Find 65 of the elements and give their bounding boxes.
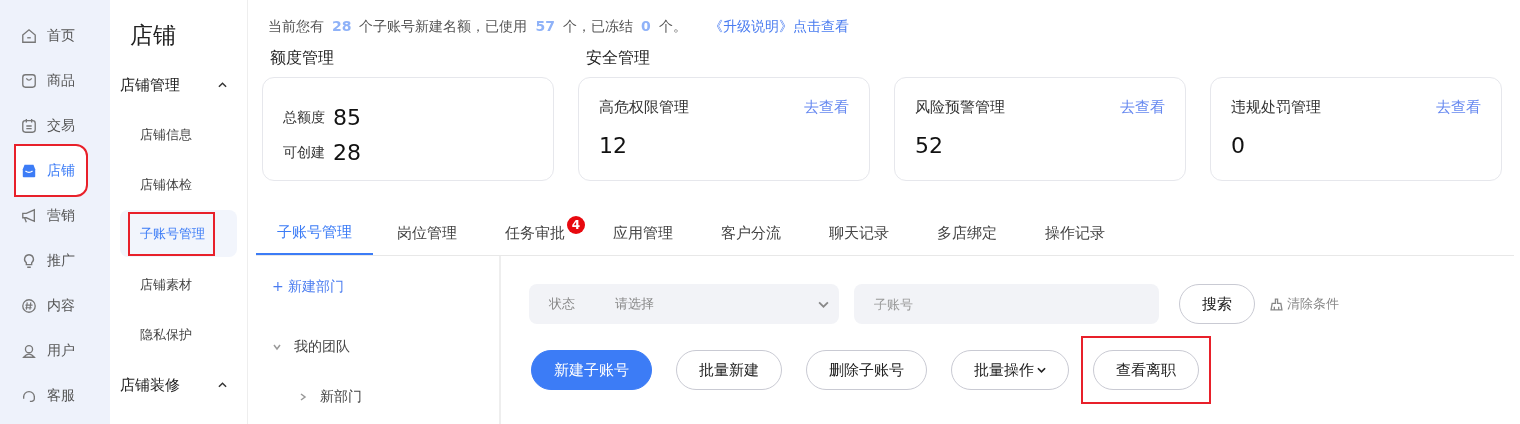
tab[interactable]: 应用管理 — [589, 211, 697, 255]
card-title: 风险预警管理 — [915, 98, 1005, 117]
nav-item[interactable]: 商品 — [0, 58, 110, 103]
action-button[interactable]: 批量操作 — [951, 350, 1069, 390]
bag-icon — [21, 72, 37, 89]
tab[interactable]: 操作记录 — [1021, 211, 1129, 255]
section-title: 额度管理 — [270, 48, 335, 69]
card-title: 高危权限管理 — [599, 98, 689, 117]
clipboard-icon — [21, 117, 37, 134]
account-field[interactable]: 子账号 — [854, 284, 1159, 324]
clear-filters-link[interactable]: 清除条件 — [1270, 295, 1339, 313]
nav-item[interactable]: 首页 — [0, 13, 110, 58]
chevron-icon — [298, 392, 308, 402]
tab[interactable]: 聊天记录 — [805, 211, 913, 255]
tab[interactable]: 岗位管理 — [373, 211, 481, 255]
card-value: 0 — [1231, 133, 1246, 158]
search-button[interactable]: 搜索 — [1179, 284, 1255, 324]
tab[interactable]: 多店绑定 — [913, 211, 1021, 255]
nav-item[interactable]: 店铺 — [14, 144, 88, 197]
home-icon — [21, 27, 37, 44]
action-button[interactable]: 批量新建 — [676, 350, 782, 390]
tree-node[interactable]: 新部门 — [272, 372, 499, 422]
caret-icon — [218, 82, 227, 88]
action-button[interactable]: 删除子账号 — [806, 350, 927, 390]
caret-icon — [1037, 367, 1046, 373]
quota-value: 85 — [333, 105, 361, 130]
tab[interactable]: 任务审批 4 — [481, 211, 589, 255]
view-link[interactable]: 去查看 — [1120, 98, 1165, 117]
tab[interactable]: 客户分流 — [697, 211, 805, 255]
store-icon — [21, 162, 37, 179]
quota-value: 28 — [333, 140, 361, 165]
submenu-item[interactable]: 店铺体检 — [120, 160, 237, 210]
submenu-item[interactable]: 店铺素材 — [120, 260, 237, 310]
tab[interactable]: 子账号管理 — [256, 211, 373, 255]
upgrade-link[interactable]: 《升级说明》点击查看 — [708, 18, 849, 34]
chevron-icon — [272, 342, 282, 352]
quota-label: 可创建 — [283, 143, 325, 162]
count-badge: 4 — [567, 216, 585, 234]
card-value: 52 — [915, 133, 944, 158]
view-link[interactable]: 去查看 — [1436, 98, 1481, 117]
nav-item[interactable]: 客服 — [0, 373, 110, 418]
submenu-item[interactable]: 隐私保护 — [120, 310, 237, 360]
user-icon — [21, 342, 37, 359]
card-title: 违规处罚管理 — [1231, 98, 1321, 117]
broom-icon — [1270, 297, 1283, 311]
menu-group[interactable]: 店铺管理 — [120, 60, 237, 110]
caret-icon — [218, 382, 227, 388]
chevron-icon — [818, 300, 829, 308]
action-button[interactable]: 查看离职 — [1093, 350, 1199, 390]
nav-item[interactable]: 用户 — [0, 328, 110, 373]
section-title: 店铺 — [129, 21, 177, 50]
view-link[interactable]: 去查看 — [804, 98, 849, 117]
hash-icon — [21, 297, 37, 314]
quota-label: 总额度 — [283, 108, 325, 127]
submenu-item[interactable]: 子账号管理 — [120, 210, 237, 257]
nav-item[interactable]: 内容 — [0, 283, 110, 328]
action-button[interactable]: 新建子账号 — [531, 350, 652, 390]
section-title: 安全管理 — [586, 48, 651, 69]
submenu-item[interactable]: 店铺信息 — [120, 110, 237, 160]
megaphone-icon — [21, 207, 37, 224]
quota-notice: 当前您有 28 个子账号新建名额，已使用 57 个，已冻结 0 个。 《升级说明》点击查看 — [268, 18, 850, 36]
menu-group[interactable]: 店铺装修 — [120, 360, 237, 410]
card-value: 12 — [599, 133, 628, 158]
nav-item[interactable]: 推广 — [0, 238, 110, 283]
bulb-icon — [21, 252, 37, 269]
